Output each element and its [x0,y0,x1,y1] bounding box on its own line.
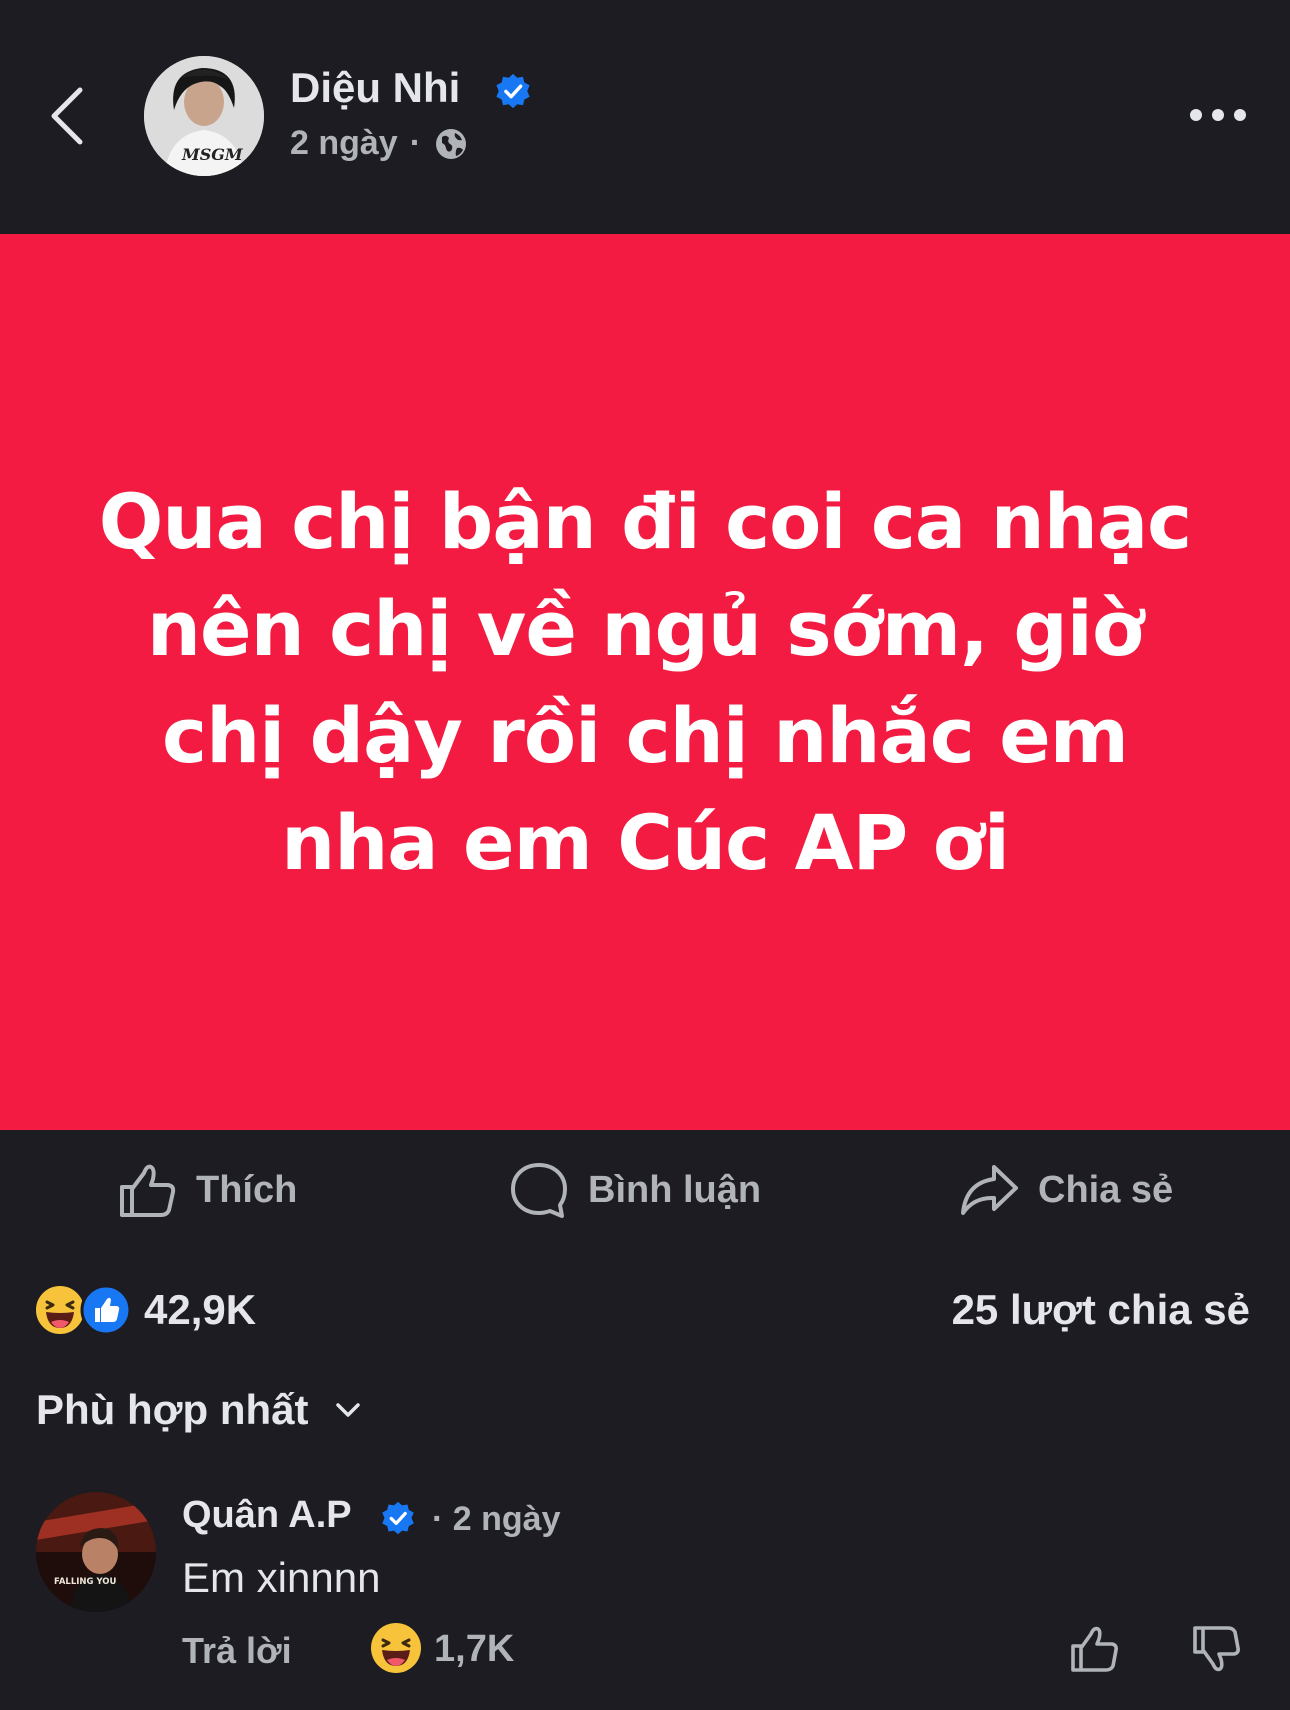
comment-button[interactable]: Bình luận [508,1160,761,1220]
post-time: 2 ngày [290,124,398,162]
like-icon [80,1284,132,1336]
reaction-icons [34,1284,134,1336]
reaction-count: 42,9K [144,1286,257,1333]
globe-icon [436,128,467,159]
thumbs-up-icon [120,1164,176,1217]
downvote-icon[interactable] [1190,1622,1242,1676]
share-label: Chia sẻ [1038,1168,1174,1211]
commenter-verified-icon [382,1501,414,1535]
share-button[interactable]: Chia sẻ [958,1160,1173,1220]
post-meta: 2 ngày · [290,124,469,163]
commenter-avatar[interactable]: FALLING YOU [36,1492,156,1612]
like-button[interactable]: Thích [116,1160,297,1220]
avatar-shirt-text: MSGM [181,145,244,164]
post-detail-screen: MSGM Diệu Nhi 2 ngày · Qua chị bận đi co… [0,0,1290,1710]
share-arrow-icon [961,1165,1018,1215]
upvote-icon[interactable] [1068,1622,1120,1676]
author-avatar[interactable]: MSGM [144,56,264,176]
post-content-card[interactable]: Qua chị bận đi coi ca nhạc nên chị về ng… [0,234,1290,1130]
verified-badge-icon [496,73,530,109]
comment-reaction-count: 1,7K [434,1628,515,1670]
share-count[interactable]: 25 lượt chia sẻ [952,1286,1250,1334]
comment-label: Bình luận [588,1168,762,1211]
post-header: MSGM Diệu Nhi 2 ngày · [0,0,1290,234]
post-text: Qua chị bận đi coi ca nhạc nên chị về ng… [98,477,1192,887]
commenter-avatar-text: FALLING YOU [54,1577,117,1587]
author-name[interactable]: Diệu Nhi [290,64,460,112]
reply-button[interactable]: Trả lời [182,1630,292,1672]
comment-time: · 2 ngày [432,1500,561,1538]
comment-bubble-icon [511,1163,567,1218]
author-avatar-image: MSGM [144,56,264,176]
reaction-summary[interactable]: 42,9K [34,1284,256,1336]
more-options-icon[interactable] [1186,100,1250,130]
haha-icon [34,1284,86,1336]
meta-separator: · [409,124,422,162]
comment-sort-dropdown[interactable]: Phù hợp nhất [36,1386,365,1434]
commenter-name[interactable]: Quân A.P [182,1494,352,1537]
commenter-avatar-image: FALLING YOU [36,1492,156,1612]
like-label: Thích [196,1168,298,1211]
back-chevron-icon[interactable] [40,80,100,150]
sort-label: Phù hợp nhất [36,1386,309,1433]
comment-haha-icon[interactable] [370,1622,422,1674]
comment-text: Em xinnnn [182,1554,381,1601]
chevron-down-icon [335,1403,360,1417]
